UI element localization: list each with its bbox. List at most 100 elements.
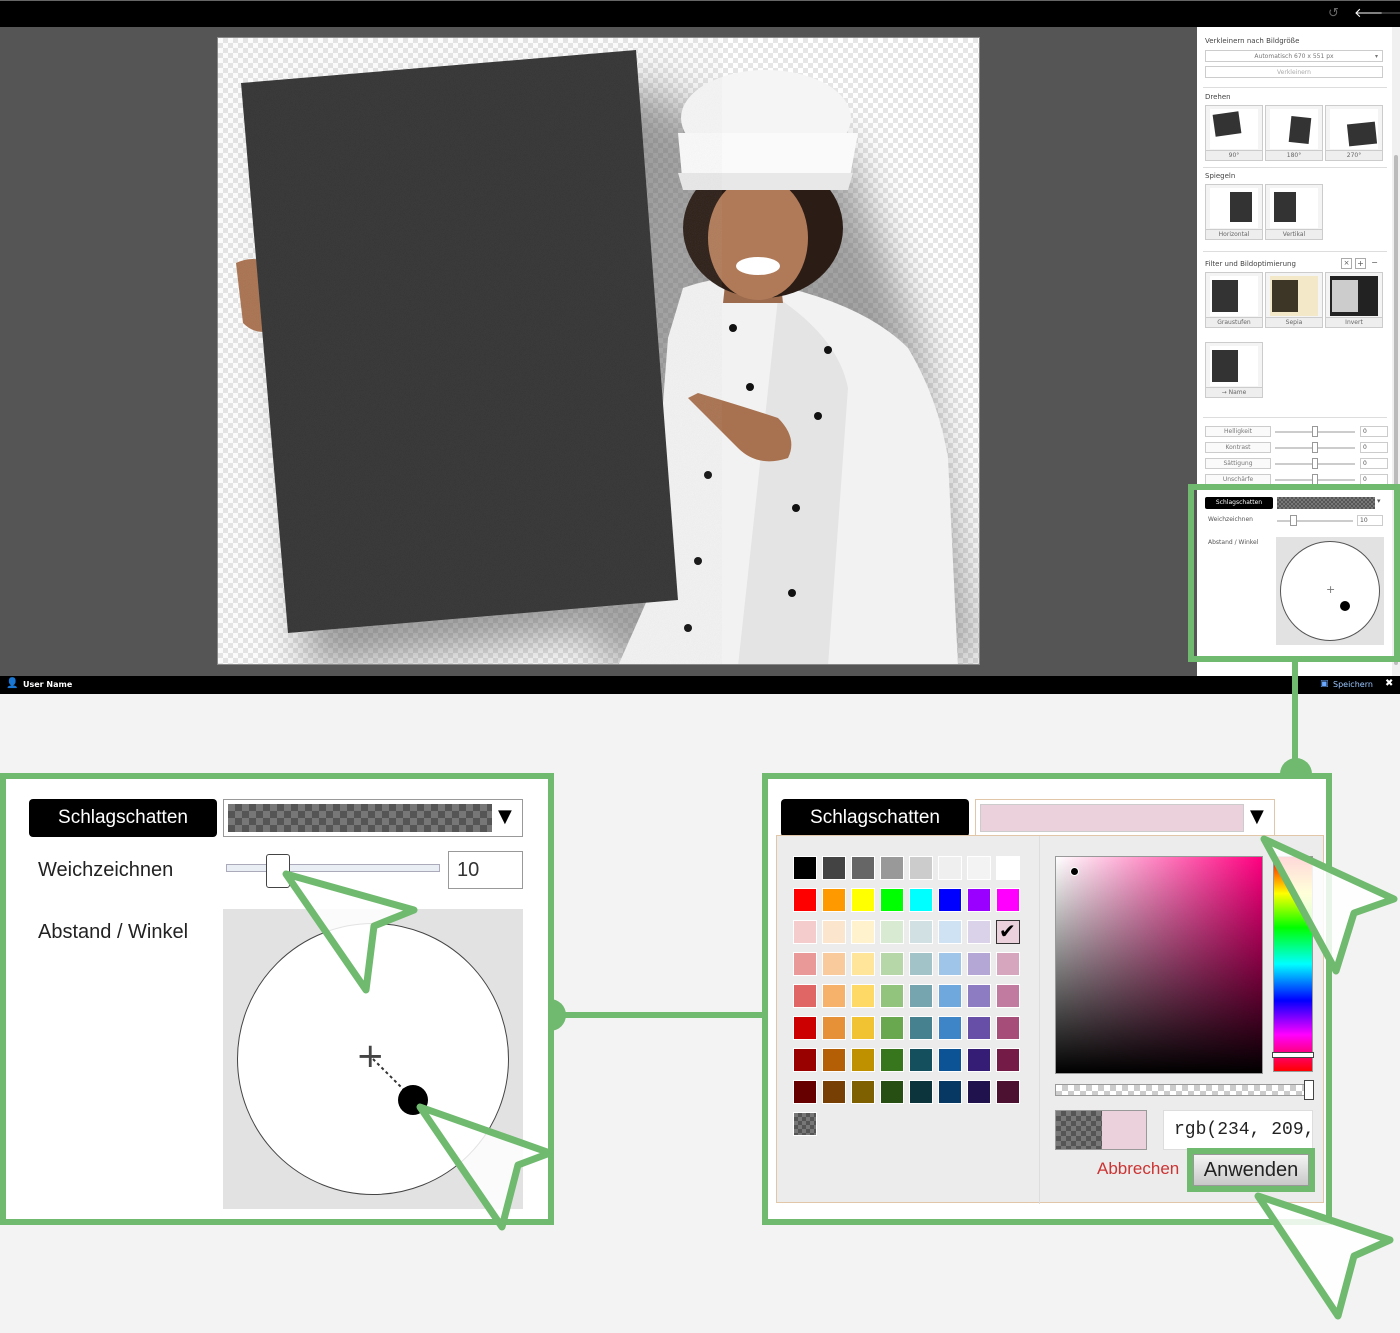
color-swatch[interactable] <box>938 856 962 880</box>
color-swatch[interactable] <box>967 1080 991 1104</box>
alpha-slider[interactable] <box>1055 1080 1314 1100</box>
color-swatch[interactable] <box>822 1048 846 1072</box>
color-swatch[interactable] <box>938 984 962 1008</box>
color-swatch[interactable] <box>909 984 933 1008</box>
adjustment-label[interactable]: Helligkeit <box>1205 426 1271 437</box>
color-swatch[interactable] <box>880 984 904 1008</box>
color-swatch[interactable]: ✔ <box>996 919 1020 944</box>
color-swatch[interactable] <box>996 1080 1020 1104</box>
shadow-color-select[interactable]: ▼ <box>975 799 1275 837</box>
color-swatch[interactable] <box>822 856 846 880</box>
color-swatch[interactable] <box>880 1016 904 1040</box>
close-icon[interactable]: ✖ <box>1385 678 1393 689</box>
color-swatch[interactable] <box>967 920 991 944</box>
adjustment-value[interactable]: 0 <box>1360 426 1388 437</box>
rotate-180-button[interactable]: 180° <box>1265 105 1323 161</box>
mirror-horizontal-button[interactable]: Horizontal <box>1205 184 1263 240</box>
color-swatch[interactable] <box>880 888 904 912</box>
rgb-input[interactable]: rgb(234, 209, 220) <box>1163 1110 1313 1150</box>
rotate-90-button[interactable]: 90° <box>1205 105 1263 161</box>
color-swatch[interactable] <box>822 888 846 912</box>
color-swatch[interactable] <box>851 1048 875 1072</box>
color-swatch[interactable] <box>967 856 991 880</box>
color-swatch[interactable] <box>996 856 1020 880</box>
color-swatch[interactable] <box>793 888 817 912</box>
color-swatch[interactable] <box>996 952 1020 976</box>
adjustment-value[interactable]: 0 <box>1360 442 1388 453</box>
color-swatch[interactable] <box>996 984 1020 1008</box>
reset-icon[interactable]: ↺ <box>1328 6 1339 22</box>
color-swatch[interactable] <box>909 1048 933 1072</box>
color-swatch[interactable] <box>793 952 817 976</box>
color-swatch[interactable] <box>938 1016 962 1040</box>
color-swatch[interactable] <box>909 856 933 880</box>
color-swatch[interactable] <box>880 1048 904 1072</box>
color-swatch[interactable] <box>851 920 875 944</box>
adjustment-thumb[interactable] <box>1312 458 1318 469</box>
mirror-vertical-button[interactable]: Vertikal <box>1265 184 1323 240</box>
color-swatch[interactable] <box>967 1048 991 1072</box>
save-icon[interactable]: ▣ <box>1320 679 1329 689</box>
redo-arrow-icon[interactable]: 🡒 <box>1380 6 1400 22</box>
color-swatch[interactable] <box>851 1016 875 1040</box>
color-swatch[interactable] <box>793 1016 817 1040</box>
resize-button[interactable]: Verkleinern <box>1205 66 1383 78</box>
color-swatch[interactable] <box>793 856 817 880</box>
shadow-button[interactable]: Schlagschatten <box>29 799 217 837</box>
color-swatch[interactable] <box>851 984 875 1008</box>
color-swatch[interactable] <box>822 984 846 1008</box>
hue-slider-thumb[interactable] <box>1272 1052 1314 1058</box>
color-swatch[interactable] <box>967 952 991 976</box>
shadow-button[interactable]: Schlagschatten <box>781 799 969 837</box>
color-swatch[interactable] <box>967 1016 991 1040</box>
shadow-color-select[interactable]: ▼ <box>223 799 523 837</box>
color-swatch[interactable] <box>909 1080 933 1104</box>
saturation-cursor[interactable] <box>1070 867 1079 876</box>
alpha-slider-thumb[interactable] <box>1304 1080 1314 1100</box>
blur-value-input[interactable]: 10 <box>448 851 523 889</box>
color-swatch[interactable] <box>793 1048 817 1072</box>
color-swatch[interactable] <box>938 920 962 944</box>
rotate-270-button[interactable]: 270° <box>1325 105 1383 161</box>
clear-filter-icon[interactable]: × <box>1341 258 1352 269</box>
color-swatch[interactable] <box>880 920 904 944</box>
color-swatch[interactable] <box>880 856 904 880</box>
transparent-swatch[interactable] <box>793 1112 817 1136</box>
color-swatch[interactable] <box>793 1080 817 1104</box>
color-swatch[interactable] <box>967 984 991 1008</box>
color-swatch[interactable] <box>938 952 962 976</box>
color-swatch[interactable] <box>822 952 846 976</box>
cancel-button[interactable]: Abbrechen <box>1097 1159 1179 1179</box>
color-swatch[interactable] <box>822 920 846 944</box>
color-swatch[interactable] <box>793 920 817 944</box>
color-swatch[interactable] <box>851 888 875 912</box>
filter-invert-button[interactable]: Invert <box>1325 272 1383 328</box>
color-swatch[interactable] <box>880 1080 904 1104</box>
filter-sepia-button[interactable]: Sepia <box>1265 272 1323 328</box>
adjustment-thumb[interactable] <box>1312 442 1318 453</box>
color-swatch[interactable] <box>996 1016 1020 1040</box>
color-swatch[interactable] <box>996 888 1020 912</box>
collapse-icon[interactable]: − <box>1369 258 1380 269</box>
adjustment-label[interactable]: Kontrast <box>1205 442 1271 453</box>
color-swatch[interactable] <box>822 1016 846 1040</box>
color-swatch[interactable] <box>938 1048 962 1072</box>
saturation-picker[interactable] <box>1055 856 1263 1074</box>
color-swatch[interactable] <box>938 1080 962 1104</box>
save-button[interactable]: Speichern <box>1333 680 1373 689</box>
color-swatch[interactable] <box>880 952 904 976</box>
color-swatch[interactable] <box>996 1048 1020 1072</box>
resize-select[interactable]: Automatisch 670 x 551 px ▾ <box>1205 50 1383 62</box>
apply-button[interactable]: Anwenden <box>1193 1154 1309 1186</box>
color-swatch[interactable] <box>851 1080 875 1104</box>
color-swatch[interactable] <box>851 952 875 976</box>
filter-custom-button[interactable]: → Name <box>1205 342 1263 398</box>
filter-grayscale-button[interactable]: Graustufen <box>1205 272 1263 328</box>
color-swatch[interactable] <box>967 888 991 912</box>
color-swatch[interactable] <box>909 1016 933 1040</box>
color-swatch[interactable] <box>938 888 962 912</box>
image-canvas[interactable] <box>217 37 980 665</box>
color-swatch[interactable] <box>793 984 817 1008</box>
color-swatch[interactable] <box>909 888 933 912</box>
color-swatch[interactable] <box>851 856 875 880</box>
